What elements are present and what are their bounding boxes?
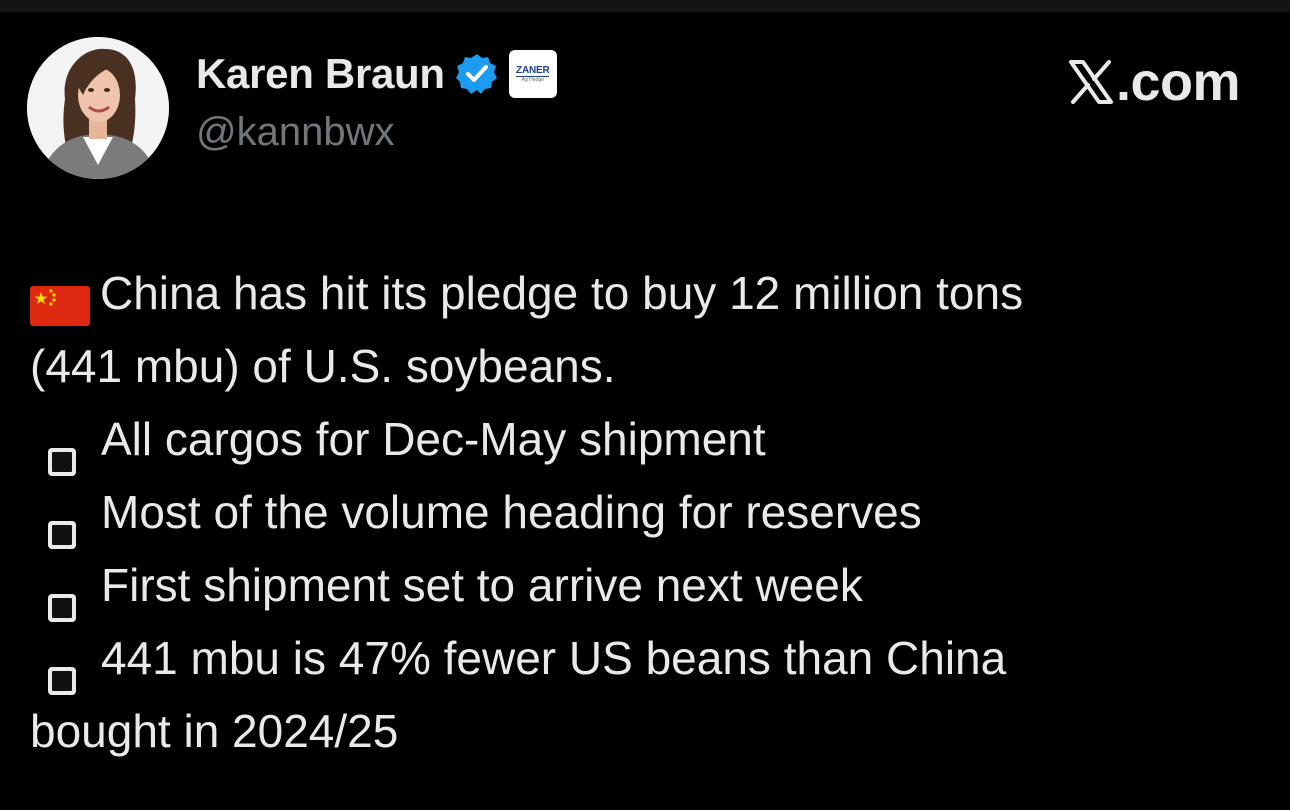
tweet-line-1: China has hit its pledge to buy 12 milli… <box>100 267 1024 319</box>
black-square-bullet-icon <box>47 425 77 476</box>
list-item: All cargos for Dec-May shipment <box>30 403 1260 476</box>
top-strip <box>0 0 1290 12</box>
affiliate-name: ZANER <box>516 65 550 77</box>
tweet-line: (441 mbu) of U.S. soybeans. <box>30 330 1260 403</box>
bullet-text: Most of the volume heading for reserves <box>101 486 922 538</box>
china-flag-icon <box>30 274 90 326</box>
affiliate-subtitle: Ag Hedge <box>521 77 544 83</box>
site-mark: .com <box>1068 50 1241 114</box>
list-item: Most of the volume heading for reserves <box>30 476 1260 549</box>
x-logo-icon <box>1068 59 1114 105</box>
verified-badge-icon <box>455 52 499 96</box>
tweet-line-2: (441 mbu) of U.S. soybeans. <box>30 340 616 392</box>
author-handle[interactable]: @kannbwx <box>196 110 394 155</box>
black-square-bullet-icon <box>47 498 77 549</box>
bullet-text: All cargos for Dec-May shipment <box>101 413 766 465</box>
author-display-name[interactable]: Karen Braun <box>196 50 445 98</box>
black-square-bullet-icon <box>47 644 77 695</box>
avatar[interactable] <box>27 37 169 179</box>
tweet-line-last: bought in 2024/25 <box>30 705 399 757</box>
list-item: 441 mbu is 47% fewer US beans than China <box>30 622 1260 695</box>
tweet-text: China has hit its pledge to buy 12 milli… <box>30 257 1260 768</box>
avatar-image <box>27 37 169 179</box>
author-name-row: Karen Braun ZANER Ag Hedge <box>196 48 557 100</box>
tweet-line: China has hit its pledge to buy 12 milli… <box>30 257 1260 330</box>
black-square-bullet-icon <box>47 571 77 622</box>
affiliate-badge[interactable]: ZANER Ag Hedge <box>508 50 557 98</box>
tweet-line: bought in 2024/25 <box>30 695 1260 768</box>
bullet-text: First shipment set to arrive next week <box>101 559 863 611</box>
bullet-text: 441 mbu is 47% fewer US beans than China <box>101 632 1007 684</box>
site-domain: .com <box>1115 52 1241 112</box>
list-item: First shipment set to arrive next week <box>30 549 1260 622</box>
